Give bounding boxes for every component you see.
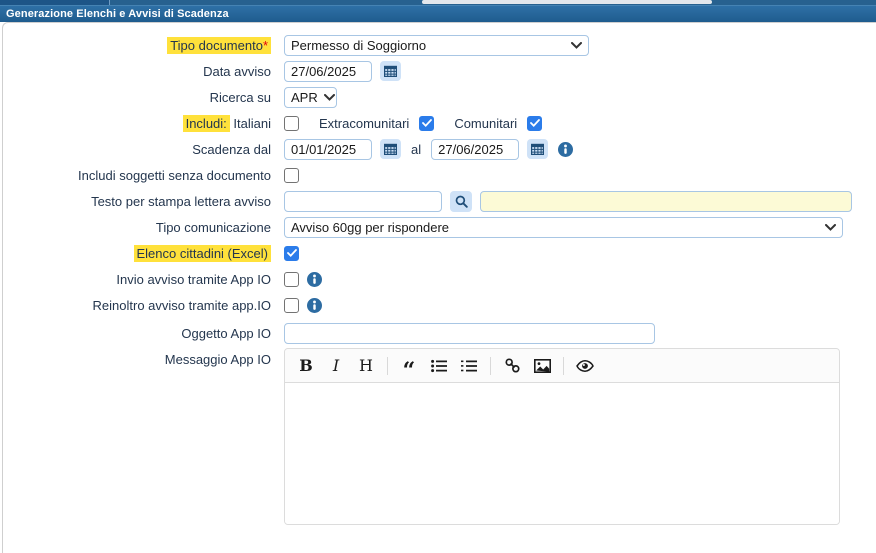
row-reinoltro-appio: Reinoltro avviso tramite app.IO	[11, 294, 876, 316]
chevron-down-icon	[571, 42, 582, 49]
italic-icon[interactable]: I	[321, 352, 351, 380]
row-tipo-comunicazione: Tipo comunicazione Avviso 60gg per rispo…	[11, 216, 876, 238]
tipo-documento-selected-value: Permesso di Soggiorno	[291, 38, 426, 53]
oggetto-appio-label: Oggetto App IO	[11, 326, 271, 341]
row-elenco-excel: Elenco cittadini (Excel)	[11, 242, 876, 264]
reinoltro-appio-label: Reinoltro avviso tramite app.IO	[11, 298, 271, 313]
comunitari-checkbox[interactable]	[527, 116, 542, 131]
row-scadenza: Scadenza dal al	[11, 138, 876, 160]
row-invio-appio: Invio avviso tramite App IO	[11, 268, 876, 290]
row-senza-documento: Includi soggetti senza documento	[11, 164, 876, 186]
row-oggetto-appio: Oggetto App IO	[11, 322, 876, 344]
elenco-excel-checkbox[interactable]	[284, 246, 299, 261]
row-data-avviso: Data avviso	[11, 60, 876, 82]
top-left-tab-edge	[0, 0, 110, 5]
scadenza-al-label: al	[411, 142, 421, 157]
extracomunitari-checkbox[interactable]	[419, 116, 434, 131]
includi-label: Includi:	[183, 115, 230, 132]
oggetto-appio-input[interactable]	[284, 323, 655, 344]
ricerca-su-selected-value: APR	[291, 90, 318, 105]
chevron-down-icon	[324, 94, 335, 101]
form-panel: Tipo documento* Permesso di Soggiorno Da…	[2, 22, 876, 553]
senza-documento-label: Includi soggetti senza documento	[11, 168, 271, 183]
testo-stampa-label: Testo per stampa lettera avviso	[11, 194, 271, 209]
row-includi: Includi: Italiani Extracomunitari Comuni…	[11, 112, 876, 134]
tipo-documento-select[interactable]: Permesso di Soggiorno	[284, 35, 589, 56]
invio-appio-checkbox[interactable]	[284, 272, 299, 287]
scadenza-al-input[interactable]	[431, 139, 519, 160]
ricerca-su-select[interactable]: APR	[284, 87, 337, 108]
page-title: Generazione Elenchi e Avvisi di Scadenza	[6, 8, 229, 20]
calendar-icon	[384, 143, 397, 155]
image-icon[interactable]	[527, 352, 557, 380]
row-ricerca-su: Ricerca su APR	[11, 86, 876, 108]
invio-appio-label: Invio avviso tramite App IO	[11, 272, 271, 287]
chevron-down-icon	[825, 224, 836, 231]
calendar-icon	[531, 143, 544, 155]
scadenza-dal-label: Scadenza dal	[11, 142, 271, 157]
scadenza-al-calendar-button[interactable]	[527, 139, 548, 159]
link-icon[interactable]	[497, 352, 527, 380]
heading-icon[interactable]: H	[351, 352, 381, 380]
italiani-checkbox[interactable]	[284, 116, 299, 131]
row-testo-stampa: Testo per stampa lettera avviso	[11, 190, 876, 212]
testo-stampa-code-input[interactable]	[284, 191, 442, 212]
row-tipo-documento: Tipo documento* Permesso di Soggiorno	[11, 34, 876, 56]
unordered-list-icon[interactable]	[424, 352, 454, 380]
scadenza-info-icon[interactable]	[558, 142, 573, 157]
data-avviso-input[interactable]	[284, 61, 372, 82]
elenco-excel-label: Elenco cittadini (Excel)	[134, 245, 272, 262]
markdown-editor: B I H “	[284, 348, 840, 525]
editor-toolbar: B I H “	[285, 349, 839, 383]
testo-stampa-desc-input[interactable]	[480, 191, 852, 212]
messaggio-appio-label: Messaggio App IO	[11, 348, 271, 367]
calendar-icon	[384, 65, 397, 77]
scadenza-dal-calendar-button[interactable]	[380, 139, 401, 159]
toolbar-separator	[490, 357, 491, 375]
preview-eye-icon[interactable]	[570, 352, 600, 380]
messaggio-appio-editor-area[interactable]	[285, 383, 839, 524]
tipo-comunicazione-selected-value: Avviso 60gg per rispondere	[291, 220, 449, 235]
bold-icon[interactable]: B	[291, 352, 321, 380]
includi-italiani-label: Italiani	[233, 116, 271, 131]
top-window-strip	[0, 0, 876, 5]
comunitari-label: Comunitari	[454, 116, 517, 131]
window-titlebar: Generazione Elenchi e Avvisi di Scadenza	[0, 5, 876, 22]
row-messaggio-appio: Messaggio App IO B I H “	[11, 348, 876, 525]
toolbar-separator	[563, 357, 564, 375]
extracomunitari-label: Extracomunitari	[319, 116, 409, 131]
tipo-documento-label: Tipo documento*	[167, 37, 271, 54]
search-icon	[455, 195, 468, 208]
tipo-comunicazione-label: Tipo comunicazione	[11, 220, 271, 235]
reinoltro-appio-checkbox[interactable]	[284, 298, 299, 313]
tipo-comunicazione-select[interactable]: Avviso 60gg per rispondere	[284, 217, 843, 238]
ricerca-su-label: Ricerca su	[11, 90, 271, 105]
scadenza-dal-input[interactable]	[284, 139, 372, 160]
data-avviso-label: Data avviso	[11, 64, 271, 79]
testo-stampa-search-button[interactable]	[450, 191, 472, 212]
required-asterisk: *	[263, 38, 268, 53]
quote-icon[interactable]: “	[394, 352, 424, 380]
ordered-list-icon[interactable]	[454, 352, 484, 380]
horizontal-scrollbar-thumb[interactable]	[422, 0, 712, 4]
data-avviso-calendar-button[interactable]	[380, 61, 401, 81]
toolbar-separator	[387, 357, 388, 375]
reinoltro-appio-info-icon[interactable]	[307, 298, 322, 313]
invio-appio-info-icon[interactable]	[307, 272, 322, 287]
senza-documento-checkbox[interactable]	[284, 168, 299, 183]
